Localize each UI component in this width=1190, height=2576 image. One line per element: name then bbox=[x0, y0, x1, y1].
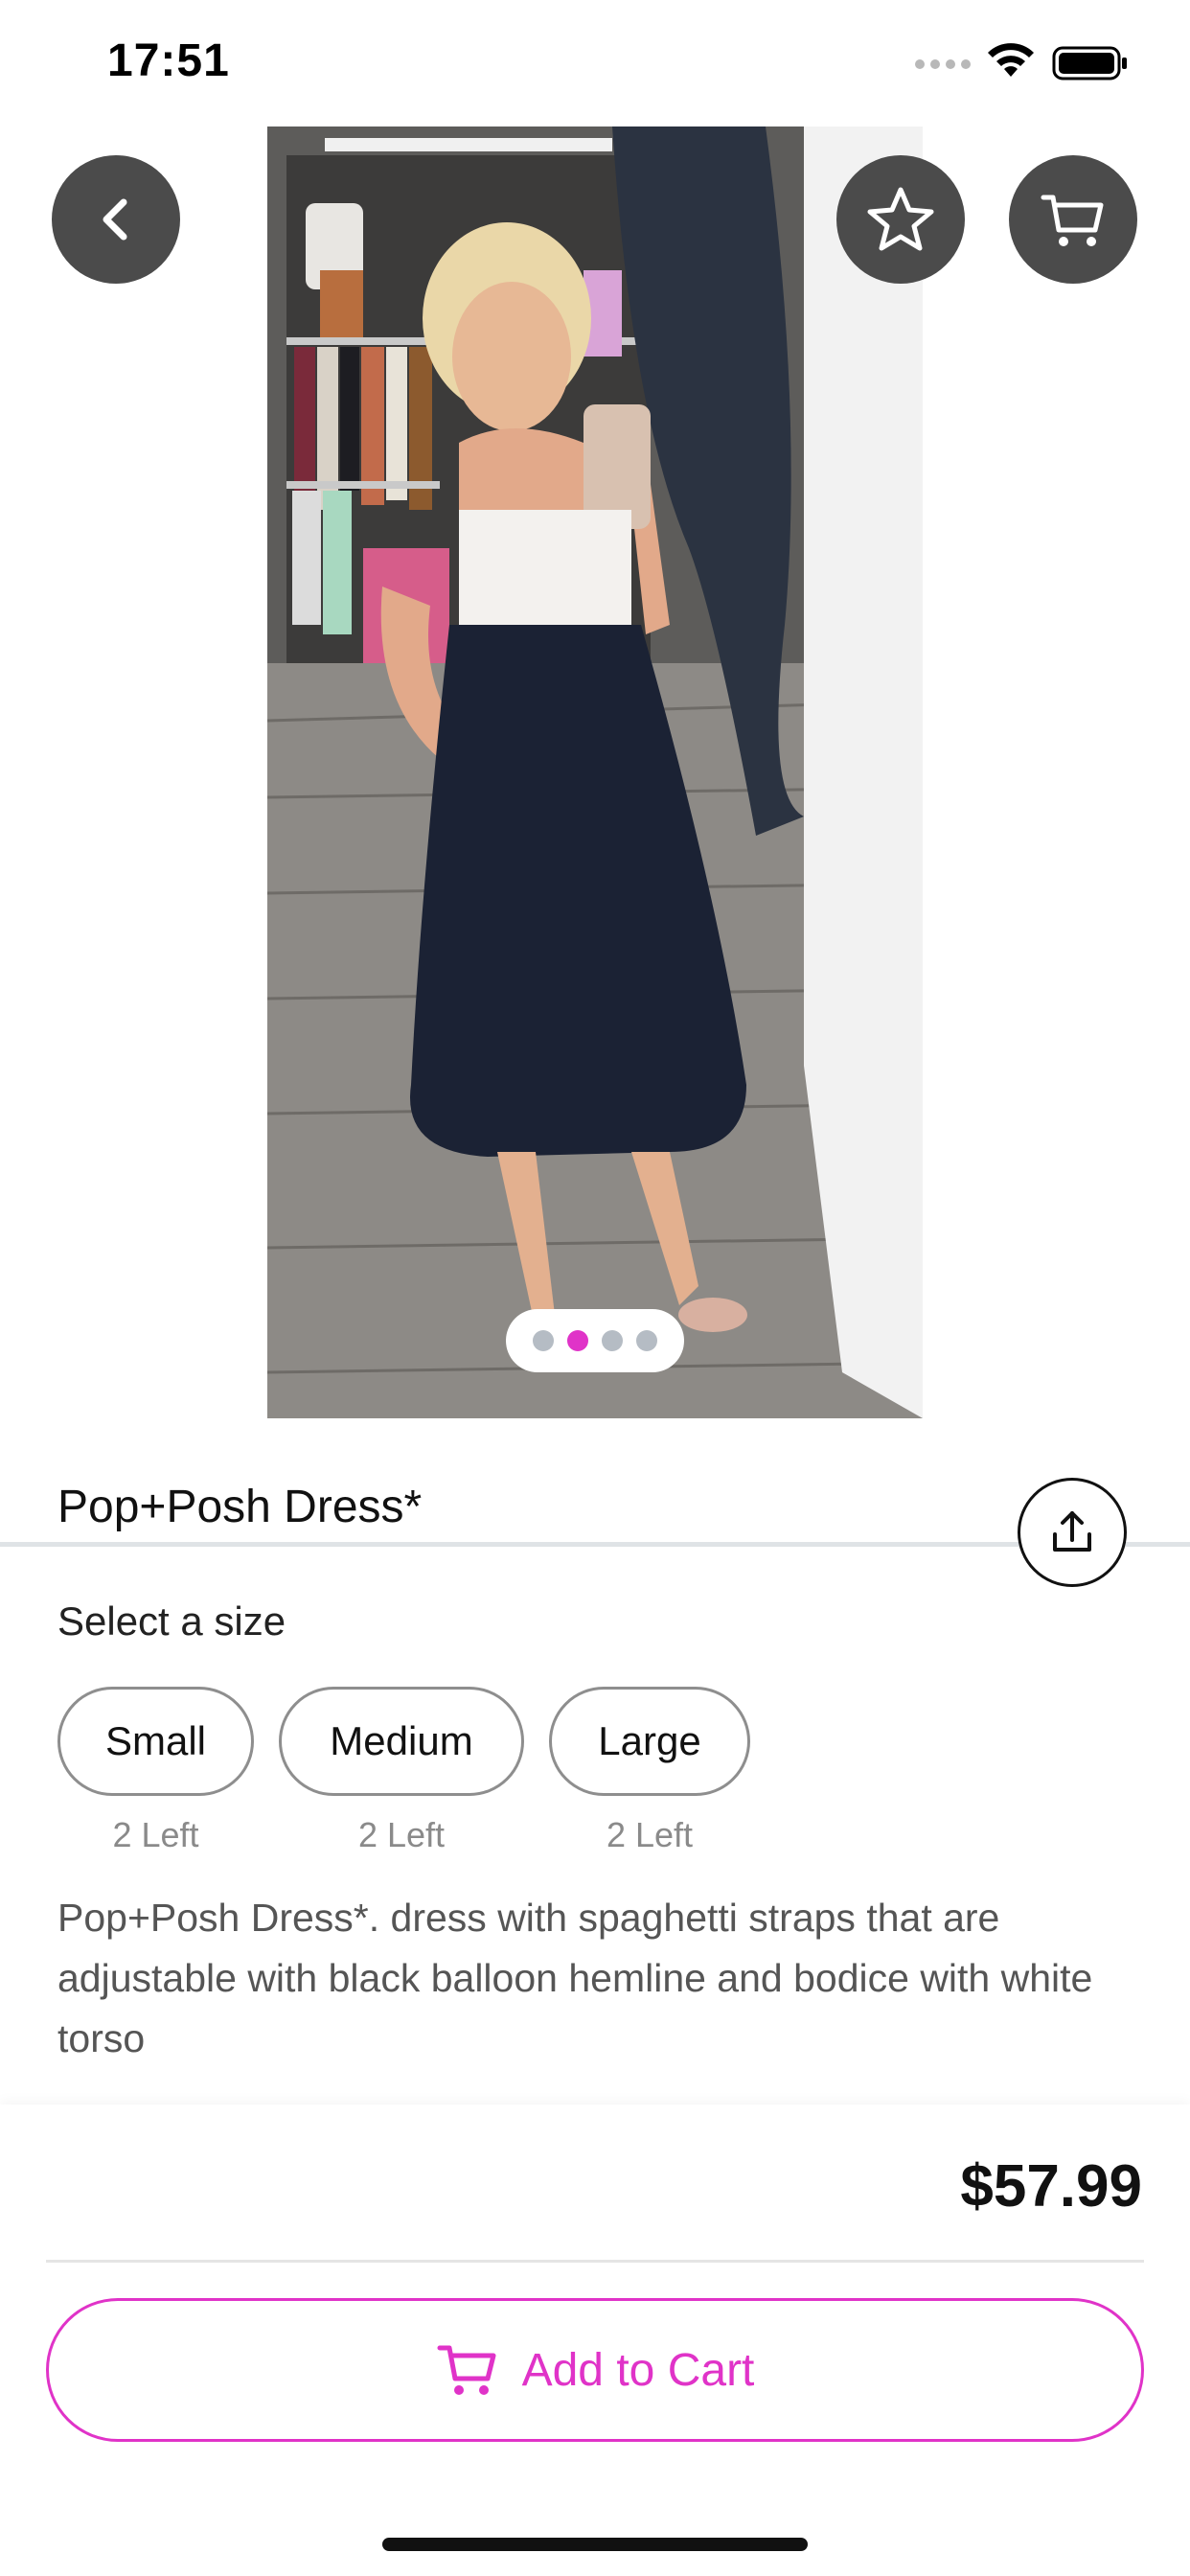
product-gallery[interactable] bbox=[0, 126, 1190, 1547]
pager-dot[interactable] bbox=[602, 1330, 623, 1351]
share-icon bbox=[1053, 1511, 1091, 1552]
share-button[interactable] bbox=[1018, 1478, 1127, 1587]
size-option-medium[interactable]: Medium 2 Left bbox=[279, 1687, 524, 1855]
chevron-left-icon bbox=[103, 198, 127, 241]
home-indicator[interactable] bbox=[382, 2538, 808, 2551]
status-time: 17:51 bbox=[107, 35, 230, 86]
add-to-cart-label: Add to Cart bbox=[521, 2344, 755, 2396]
size-pill[interactable]: Small bbox=[57, 1687, 254, 1796]
cellular-signal-icon bbox=[915, 59, 971, 69]
size-option-small[interactable]: Small 2 Left bbox=[57, 1687, 254, 1855]
battery-icon bbox=[1052, 46, 1127, 80]
size-pill[interactable]: Medium bbox=[279, 1687, 524, 1796]
add-to-cart-button[interactable]: Add to Cart bbox=[46, 2298, 1144, 2442]
status-bar: 17:51 bbox=[0, 0, 1190, 126]
gallery-pager[interactable] bbox=[506, 1309, 684, 1372]
product-title: Pop+Posh Dress* bbox=[57, 1482, 423, 1532]
size-stock: 2 Left bbox=[606, 1815, 694, 1854]
hero-divider bbox=[0, 1542, 1190, 1547]
back-button[interactable] bbox=[52, 155, 180, 284]
product-description: Pop+Posh Dress*. dress with spaghetti st… bbox=[57, 1896, 1093, 2060]
cart-icon bbox=[437, 2345, 496, 2395]
size-pill[interactable]: Large bbox=[549, 1687, 750, 1796]
pager-dot[interactable] bbox=[533, 1330, 554, 1351]
select-size-label: Select a size bbox=[57, 1598, 286, 1644]
pager-dot-active[interactable] bbox=[567, 1330, 588, 1351]
cart-button[interactable] bbox=[1009, 155, 1137, 284]
product-photo[interactable] bbox=[267, 126, 923, 1418]
star-icon bbox=[867, 187, 934, 251]
price: $57.99 bbox=[960, 2153, 1142, 2220]
cart-icon bbox=[1041, 195, 1104, 246]
favorite-button[interactable] bbox=[836, 155, 965, 284]
size-stock: 2 Left bbox=[357, 1815, 446, 1854]
size-stock: 2 Left bbox=[112, 1815, 199, 1854]
size-option-large[interactable]: Large 2 Left bbox=[549, 1687, 750, 1855]
wifi-icon bbox=[988, 43, 1034, 77]
divider bbox=[46, 2260, 1144, 2263]
pager-dot[interactable] bbox=[636, 1330, 657, 1351]
